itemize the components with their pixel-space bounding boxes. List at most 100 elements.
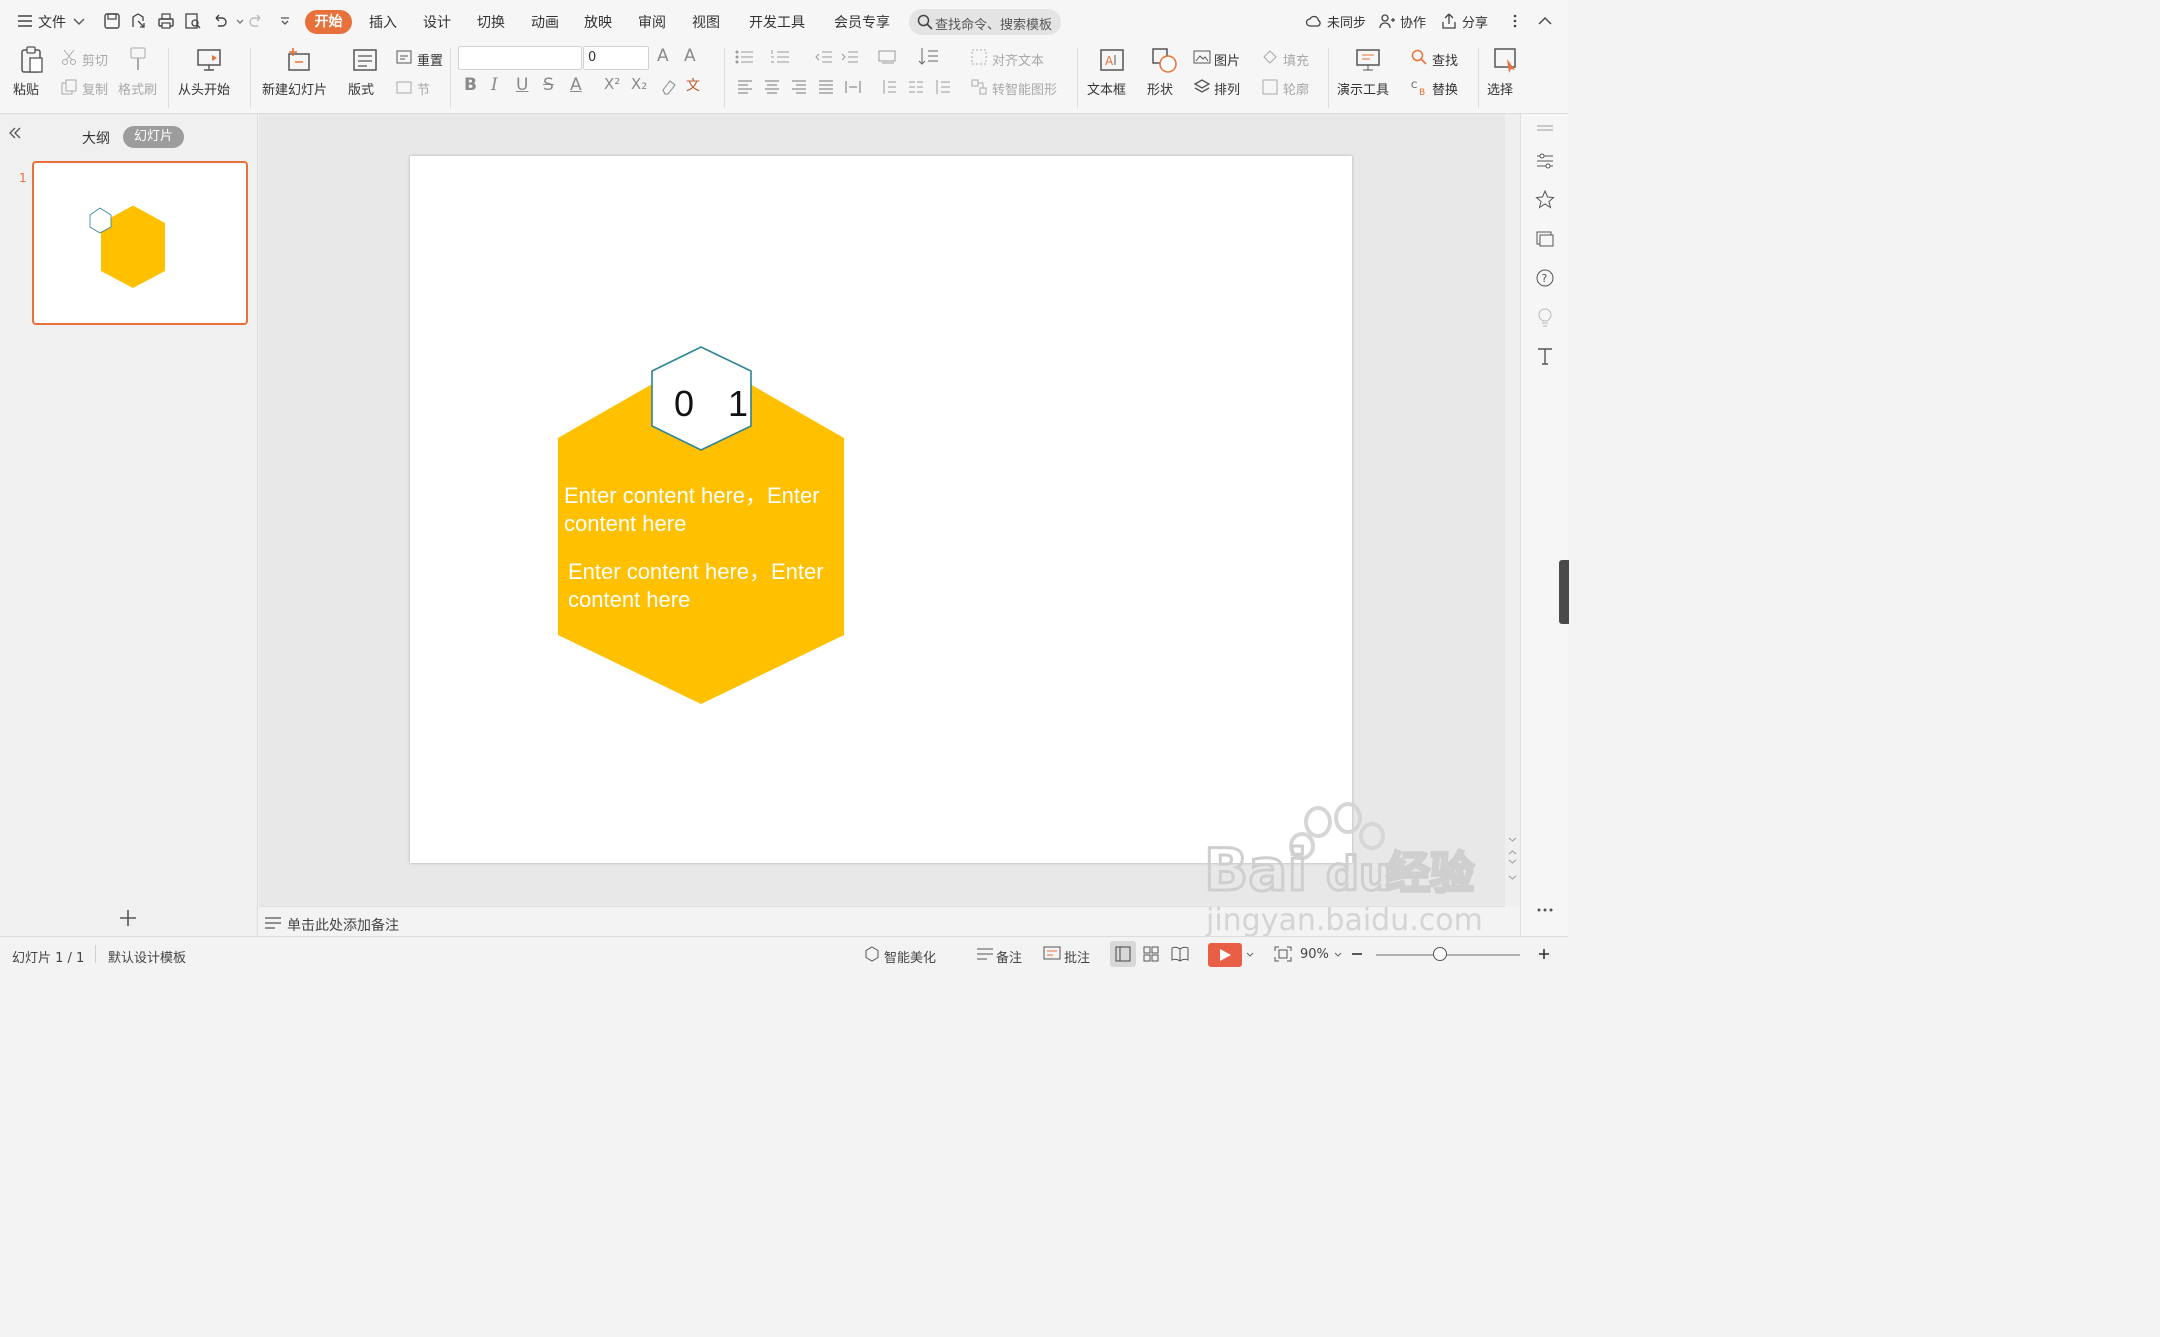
- fill-icon[interactable]: [1261, 48, 1279, 66]
- find-button[interactable]: 查找: [1432, 50, 1458, 69]
- tab-review[interactable]: 审阅: [638, 12, 666, 32]
- add-slide-icon[interactable]: [118, 908, 138, 932]
- redo-icon[interactable]: [247, 12, 265, 30]
- undo-icon[interactable]: [211, 12, 229, 30]
- zoom-dropdown-icon[interactable]: [1333, 947, 1343, 965]
- presentation-tools-icon[interactable]: [1354, 46, 1382, 74]
- tab-transition[interactable]: 切换: [477, 12, 505, 32]
- font-color-icon[interactable]: A: [570, 75, 582, 95]
- paste-icon[interactable]: [18, 46, 46, 74]
- subscript-icon[interactable]: X₂: [631, 75, 647, 93]
- normal-view-button[interactable]: [1110, 941, 1136, 967]
- zoom-in-icon[interactable]: [1537, 947, 1551, 965]
- collaborate-icon[interactable]: [1378, 12, 1396, 30]
- slide-thumbnail[interactable]: [32, 161, 248, 325]
- outline-icon[interactable]: [1261, 78, 1279, 96]
- tab-view[interactable]: 视图: [692, 12, 720, 32]
- from-start-button[interactable]: 从头开始: [178, 79, 230, 98]
- tab-developer[interactable]: 开发工具: [749, 12, 805, 32]
- distribute-icon[interactable]: [844, 78, 862, 96]
- share-icon[interactable]: [1440, 12, 1458, 30]
- notes-toggle-button[interactable]: 备注: [996, 947, 1022, 966]
- layout-button[interactable]: 版式: [348, 79, 374, 98]
- convert-smartart-button[interactable]: 转智能图形: [992, 79, 1057, 98]
- file-menu[interactable]: 文件: [38, 12, 66, 32]
- share-button[interactable]: 分享: [1462, 12, 1488, 31]
- bullet-list-icon[interactable]: [734, 48, 756, 66]
- layout-icon[interactable]: [352, 46, 378, 74]
- bold-icon[interactable]: B: [464, 75, 477, 95]
- paste-button[interactable]: 粘贴: [13, 79, 39, 98]
- play-from-start-icon[interactable]: [195, 46, 223, 74]
- zoom-level[interactable]: 90%: [1300, 947, 1329, 962]
- content-text-2-line1[interactable]: Enter content here，Enter: [568, 558, 824, 586]
- decrease-indent-icon[interactable]: [814, 48, 834, 66]
- side-handle[interactable]: [1559, 560, 1569, 624]
- reset-icon[interactable]: [395, 48, 413, 66]
- align-left-icon[interactable]: [736, 78, 754, 96]
- zoom-out-icon[interactable]: [1350, 947, 1364, 965]
- font-size-select[interactable]: 0: [583, 46, 649, 70]
- command-search[interactable]: 查找命令、搜索模板: [909, 9, 1061, 35]
- section-number[interactable]: 0 1: [674, 383, 760, 425]
- presentation-tools-button[interactable]: 演示工具: [1337, 79, 1389, 98]
- idea-bulb-icon[interactable]: [1534, 306, 1556, 328]
- content-text-1-line2[interactable]: content here: [564, 510, 686, 538]
- comments-button[interactable]: 批注: [1064, 947, 1090, 966]
- play-options-icon[interactable]: [1245, 947, 1255, 965]
- font-family-select[interactable]: [458, 46, 582, 70]
- tab-insert[interactable]: 插入: [369, 12, 397, 32]
- increase-font-icon[interactable]: A: [657, 46, 669, 66]
- clear-format-icon[interactable]: [660, 77, 678, 95]
- more-tools-icon[interactable]: [1534, 904, 1556, 926]
- scroll-arrows-icon[interactable]: [1508, 834, 1517, 884]
- find-icon[interactable]: [1410, 48, 1428, 66]
- decrease-font-icon[interactable]: A: [684, 46, 696, 66]
- text-direction-icon[interactable]: [878, 48, 900, 66]
- smart-beautify-button[interactable]: 智能美化: [884, 947, 936, 966]
- paragraph-spacing-icon[interactable]: [880, 78, 898, 96]
- format-painter-button[interactable]: 格式刷: [118, 79, 157, 98]
- tab-member[interactable]: 会员专享: [834, 12, 890, 32]
- align-text-button[interactable]: 对齐文本: [992, 50, 1044, 69]
- copy-icon[interactable]: [60, 78, 78, 96]
- textbox-button[interactable]: 文本框: [1087, 79, 1126, 98]
- select-button[interactable]: 选择: [1487, 79, 1513, 98]
- superscript-icon[interactable]: X²: [604, 75, 620, 93]
- tab-home[interactable]: 开始: [305, 10, 352, 34]
- strikethrough-icon[interactable]: S: [543, 75, 554, 95]
- help-icon[interactable]: ?: [1534, 267, 1556, 289]
- phonetic-guide-icon[interactable]: 文: [686, 75, 700, 95]
- save-icon[interactable]: [103, 12, 121, 30]
- tab-slides[interactable]: 幻灯片: [123, 126, 184, 148]
- section-icon[interactable]: [395, 78, 413, 96]
- zoom-slider-track[interactable]: [1376, 954, 1520, 956]
- numbered-list-icon[interactable]: [770, 48, 792, 66]
- cloud-sync-icon[interactable]: [1305, 12, 1323, 30]
- tab-design[interactable]: 设计: [423, 12, 451, 32]
- sync-status[interactable]: 未同步: [1327, 12, 1366, 31]
- animation-pane-icon[interactable]: [1534, 189, 1556, 211]
- print-icon[interactable]: [157, 12, 175, 30]
- align-center-icon[interactable]: [763, 78, 781, 96]
- increase-indent-icon[interactable]: [840, 48, 860, 66]
- zoom-slider-thumb[interactable]: [1433, 947, 1447, 961]
- justify-icon[interactable]: [817, 78, 835, 96]
- new-slide-icon[interactable]: [285, 46, 313, 74]
- shape-icon[interactable]: [1150, 46, 1178, 74]
- content-text-1-line1[interactable]: Enter content here，Enter: [564, 482, 820, 510]
- select-icon[interactable]: [1492, 46, 1520, 74]
- tab-slideshow[interactable]: 放映: [584, 12, 612, 32]
- arrange-icon[interactable]: [1193, 78, 1211, 96]
- reset-button[interactable]: 重置: [417, 50, 443, 69]
- italic-icon[interactable]: I: [491, 75, 498, 95]
- text-spacing-icon[interactable]: [934, 78, 952, 96]
- print-preview-icon[interactable]: [184, 12, 202, 30]
- reading-view-icon[interactable]: [1171, 946, 1189, 966]
- fit-window-icon[interactable]: [1274, 946, 1292, 966]
- design-template[interactable]: 默认设计模板: [108, 947, 186, 966]
- more-options-icon[interactable]: [1506, 12, 1524, 30]
- cut-icon[interactable]: [60, 48, 78, 66]
- slide-canvas[interactable]: 0 1 Enter content here，Enter content her…: [410, 156, 1352, 863]
- vertical-scrollbar[interactable]: [1505, 114, 1520, 906]
